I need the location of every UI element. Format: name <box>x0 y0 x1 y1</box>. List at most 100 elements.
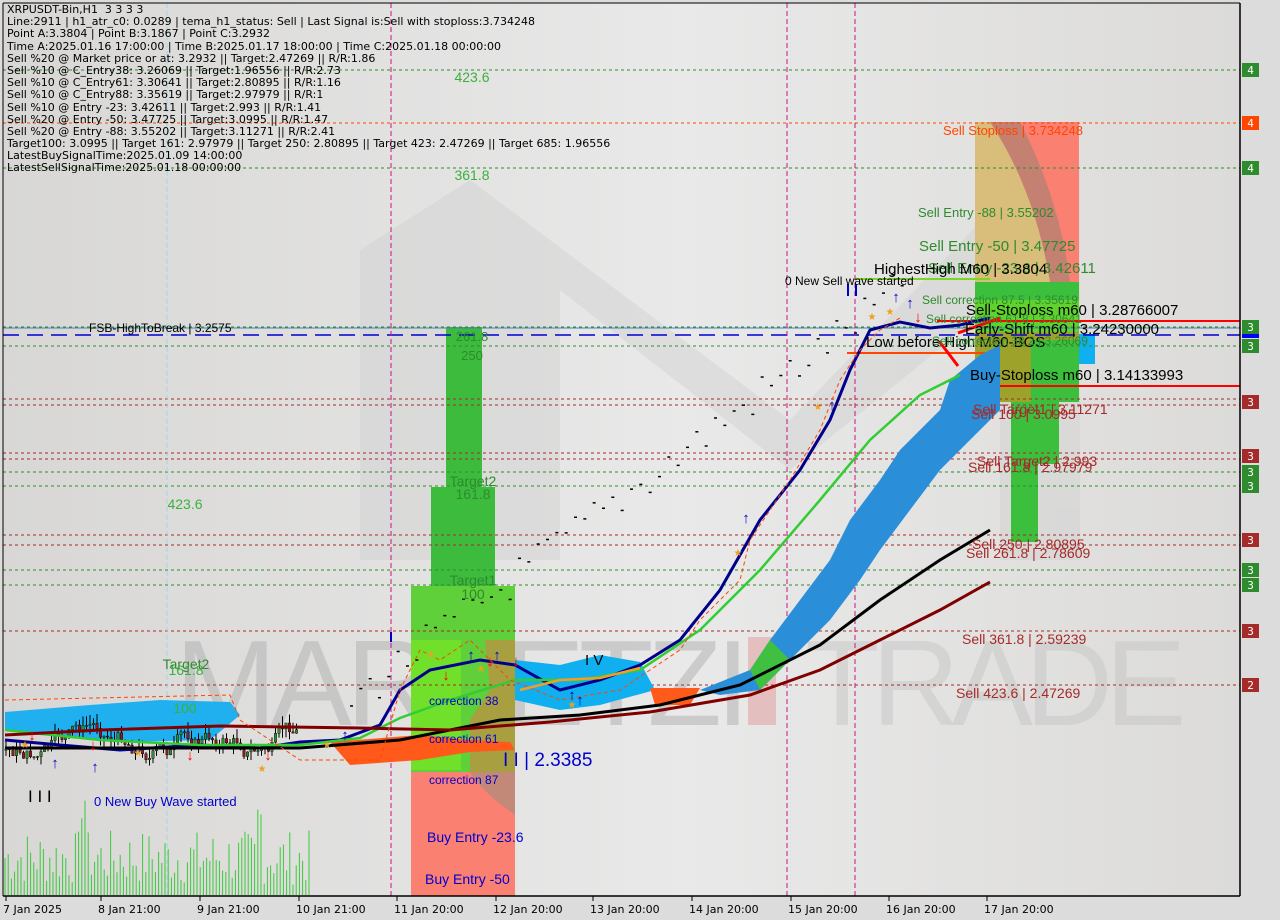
price-badge-text: 3 <box>1247 321 1254 334</box>
new-sell-wave-label: 0 New Sell wave started <box>785 274 914 288</box>
star-icon: ★ <box>134 748 143 759</box>
star-icon: ★ <box>568 700 577 711</box>
star-icon: ★ <box>868 312 877 323</box>
x-tick-label: 14 Jan 20:00 <box>689 903 759 916</box>
candle-body <box>204 732 207 740</box>
price-badge-text: 3 <box>1247 340 1254 353</box>
sell-423-label: Sell 423.6 | 2.47269 <box>956 685 1081 701</box>
price-dot <box>546 538 549 541</box>
info-line: Sell %10 @ C_Entry88: 3.35619 || Target:… <box>7 88 324 102</box>
buy-entry-23-label: Buy Entry -23.6 <box>427 829 524 845</box>
star-icon: ★ <box>734 548 743 559</box>
price-dot <box>844 327 848 329</box>
price-dot <box>639 483 643 486</box>
candle-body <box>102 735 106 738</box>
sell-arrow-icon: ↓ <box>89 737 97 754</box>
candle-body <box>32 756 36 758</box>
price-badge-text: 3 <box>1247 564 1254 577</box>
price-badge-text: 3 <box>1247 625 1254 638</box>
buy-arrow-icon: ↑ <box>906 295 914 312</box>
candle-body <box>246 751 249 757</box>
price-dot <box>452 616 456 618</box>
buy-arrow-icon: ↑ <box>576 692 584 709</box>
price-dot <box>499 589 503 591</box>
price-badge: 3 <box>1242 578 1259 592</box>
sell-correction-38-label: Sell correction 38.2 | 3.26069 <box>932 334 1088 348</box>
candle-body <box>197 739 200 744</box>
sell-target3-zone <box>1011 464 1038 542</box>
candle-body <box>106 735 109 738</box>
price-dot <box>574 516 577 519</box>
buy-arrow-icon: ↑ <box>742 510 750 527</box>
buy-100-label: 100 <box>461 586 485 602</box>
candle-body <box>22 752 25 759</box>
price-badge: 3 <box>1242 395 1259 409</box>
buy-arrow-icon: ↑ <box>467 647 475 664</box>
candle-body <box>74 724 78 727</box>
price-dot <box>658 475 661 478</box>
sell-entry-50-label: Sell Entry -50 | 3.47725 <box>919 238 1076 255</box>
sell-261-label: Sell 261.8 | 2.78609 <box>966 545 1091 561</box>
price-dot <box>406 665 409 667</box>
price-dot <box>611 496 615 498</box>
price-dot <box>368 677 372 680</box>
price-badge: 4 <box>1242 116 1259 130</box>
price-dot <box>443 614 447 617</box>
price-dot <box>751 413 755 416</box>
price-dot <box>835 320 839 322</box>
price-badge-text: 3 <box>1247 450 1254 463</box>
price-dot <box>527 561 531 563</box>
left-161-label: 161.8 <box>168 662 203 678</box>
candle-body <box>200 739 204 744</box>
price-dot <box>434 626 437 629</box>
price-dot <box>667 456 671 458</box>
price-badge: 3 <box>1242 624 1259 638</box>
price-dot <box>396 650 400 653</box>
candle-body <box>235 738 239 744</box>
sell-361-label: Sell 361.8 | 2.59239 <box>962 631 1087 647</box>
price-badge-text: 4 <box>1247 162 1254 175</box>
candle-body <box>15 749 18 756</box>
buy-arrow-icon: ↑ <box>51 755 59 772</box>
x-tick-label: 11 Jan 20:00 <box>394 903 464 916</box>
candle-body <box>225 738 228 744</box>
x-tick-label: 15 Jan 20:00 <box>788 903 858 916</box>
price-dot <box>518 557 521 560</box>
candle-body <box>207 732 211 739</box>
price-dot <box>508 598 512 601</box>
price-dot <box>564 532 568 534</box>
candle-body <box>169 749 172 756</box>
price-dot <box>592 502 596 504</box>
price-dot <box>714 417 717 419</box>
candle-body <box>29 750 32 758</box>
price-dot <box>695 431 699 433</box>
sell-arrow-icon: ↓ <box>442 667 450 684</box>
price-dot <box>378 696 381 699</box>
buy-arrow-icon: ↑ <box>341 727 349 744</box>
x-tick-label: 12 Jan 20:00 <box>493 903 563 916</box>
candle-body <box>36 756 39 758</box>
candle-body <box>39 751 43 757</box>
price-dot <box>676 464 680 467</box>
price-dot <box>583 518 587 520</box>
sell-arrow-icon: ↓ <box>186 747 194 764</box>
price-dot <box>480 601 484 604</box>
candle-body <box>127 744 130 746</box>
star-icon: ★ <box>258 764 267 775</box>
star-icon: ★ <box>21 740 30 751</box>
candle-body <box>242 749 246 757</box>
left-100-label: 100 <box>173 700 197 716</box>
buy-arrow-icon: ↑ <box>493 647 501 664</box>
candle-body <box>291 731 295 734</box>
price-dot <box>854 332 857 334</box>
price-badge-text: 3 <box>1247 466 1254 479</box>
star-icon: ★ <box>427 650 436 661</box>
x-tick-label: 13 Jan 20:00 <box>590 903 660 916</box>
buy-entry-50-label: Buy Entry -50 <box>425 871 510 887</box>
price-dot <box>350 705 353 707</box>
price-dot <box>602 507 605 510</box>
price-badge-text: 4 <box>1247 117 1254 130</box>
price-dot <box>686 446 689 449</box>
sell-entry-88-label: Sell Entry -88 | 3.55202 <box>918 205 1054 220</box>
price-dot <box>723 424 727 427</box>
